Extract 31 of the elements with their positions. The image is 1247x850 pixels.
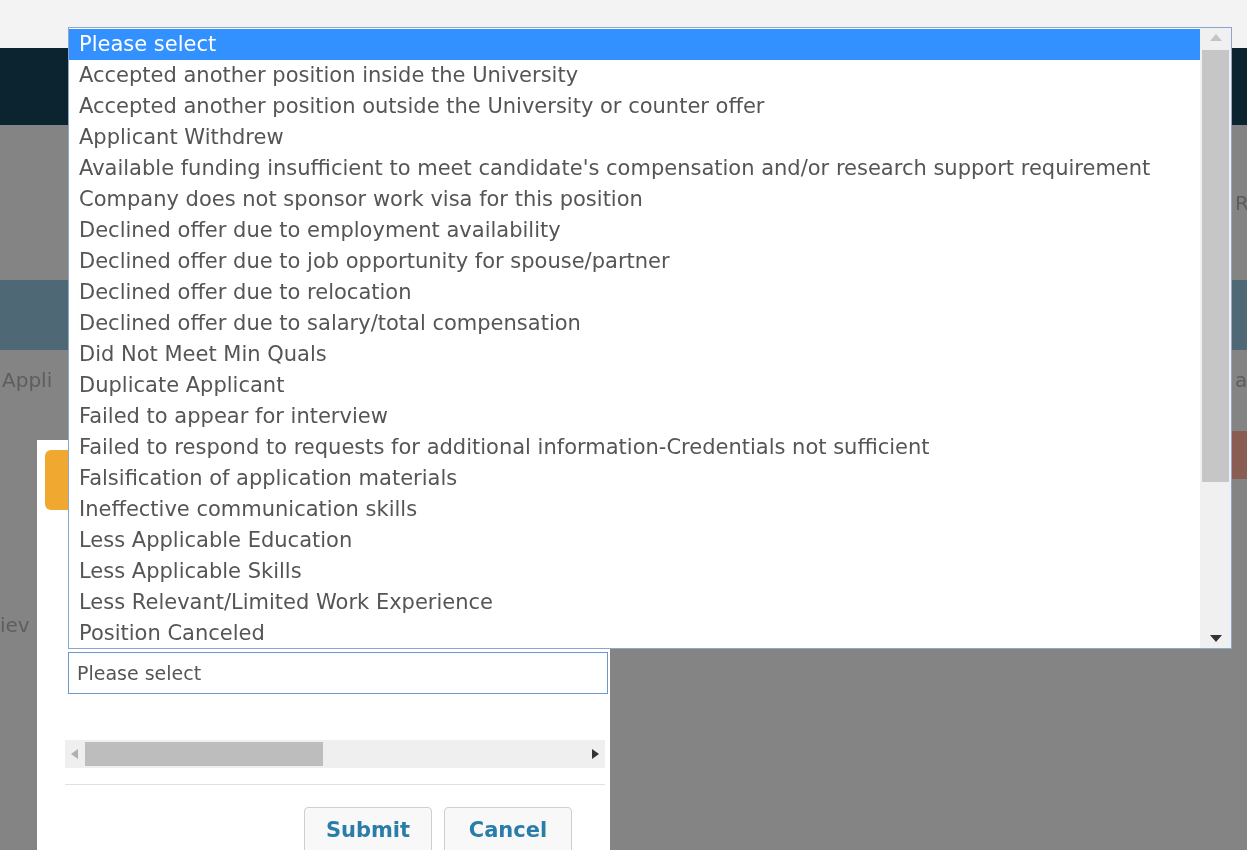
dropdown-option[interactable]: Declined offer due to employment availability xyxy=(69,215,1200,246)
scrollbar-thumb[interactable] xyxy=(1202,50,1229,482)
dropdown-option[interactable]: Company does not sponsor work visa for this position xyxy=(69,184,1200,215)
dropdown-option[interactable]: Less Applicable Skills xyxy=(69,556,1200,587)
scroll-down-icon[interactable] xyxy=(1209,635,1222,642)
dropdown-option[interactable]: Accepted another position outside the University or counter offer xyxy=(69,91,1200,122)
dropdown-option[interactable]: Position Canceled xyxy=(69,618,1200,649)
scrollbar-thumb[interactable] xyxy=(85,742,323,766)
dropdown-option[interactable]: Did Not Meet Min Quals xyxy=(69,339,1200,370)
dropdown-option[interactable]: Declined offer due to relocation xyxy=(69,277,1200,308)
dropdown-option[interactable]: Falsification of application materials xyxy=(69,463,1200,494)
dropdown-option[interactable]: Less Applicable Education xyxy=(69,525,1200,556)
horizontal-scrollbar[interactable] xyxy=(65,740,605,768)
dropdown-option[interactable]: Less Relevant/Limited Work Experience xyxy=(69,587,1200,618)
scroll-left-icon[interactable] xyxy=(71,749,79,759)
dropdown-option[interactable]: Declined offer due to salary/total compensation xyxy=(69,308,1200,339)
select-field[interactable]: Please select xyxy=(68,652,608,694)
scroll-up-icon[interactable] xyxy=(1209,34,1222,41)
dropdown-option[interactable]: Available funding insufficient to meet candidate's compensation and/or research support requirement xyxy=(69,153,1200,184)
dropdown-option[interactable]: Declined offer due to job opportunity for spouse/partner xyxy=(69,246,1200,277)
vertical-scrollbar[interactable] xyxy=(1200,28,1231,648)
button-background xyxy=(1232,431,1247,479)
cancel-button[interactable]: Cancel xyxy=(444,807,572,850)
dropdown-option[interactable]: Duplicate Applicant xyxy=(69,370,1200,401)
dropdown-option[interactable]: Accepted another position inside the University xyxy=(69,60,1200,91)
submit-button[interactable]: Submit xyxy=(304,807,432,850)
dropdown-option[interactable]: Failed to respond to requests for additional information-Credentials not sufficient xyxy=(69,432,1200,463)
dropdown-option[interactable]: Applicant Withdrew xyxy=(69,122,1200,153)
scroll-right-icon[interactable] xyxy=(591,749,599,759)
dropdown-option[interactable]: Failed to appear for interview xyxy=(69,401,1200,432)
dropdown-option[interactable]: Ineffective communication skills xyxy=(69,494,1200,525)
